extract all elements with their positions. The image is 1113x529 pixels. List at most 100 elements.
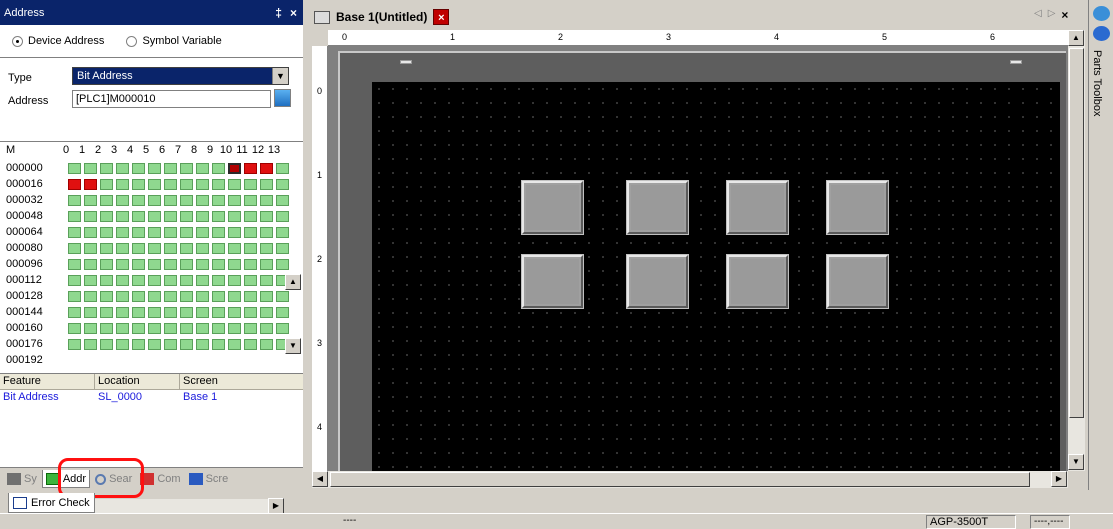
bit-cell[interactable]	[244, 226, 257, 238]
bit-cell[interactable]	[68, 178, 81, 190]
bit-cell[interactable]	[148, 274, 161, 286]
bit-cell[interactable]	[164, 306, 177, 318]
bit-cell[interactable]	[132, 242, 145, 254]
bit-cell[interactable]	[196, 210, 209, 222]
bit-cell[interactable]	[148, 178, 161, 190]
bit-cell[interactable]	[196, 242, 209, 254]
switch-part[interactable]	[726, 254, 789, 309]
bit-cell[interactable]	[212, 306, 225, 318]
bit-cell[interactable]	[276, 210, 289, 222]
close-editor-icon[interactable]: ×	[1061, 8, 1068, 22]
bit-cell[interactable]	[116, 290, 129, 302]
bit-cell[interactable]	[244, 162, 257, 174]
bit-cell[interactable]	[100, 210, 113, 222]
bit-cell[interactable]	[68, 210, 81, 222]
close-tab-icon[interactable]: ×	[433, 9, 450, 25]
bit-cell[interactable]	[260, 290, 273, 302]
bit-cell[interactable]	[196, 338, 209, 350]
tab-error-check[interactable]: Error Check	[8, 493, 95, 513]
bit-cell[interactable]	[100, 178, 113, 190]
bit-cell[interactable]	[100, 338, 113, 350]
bit-cell[interactable]	[132, 178, 145, 190]
bit-cell[interactable]	[228, 258, 241, 270]
parts-toolbox-tab[interactable]: Parts Toolbox	[1091, 50, 1103, 116]
radio-symbol-variable[interactable]: Symbol Variable	[126, 35, 222, 47]
bit-cell[interactable]	[68, 338, 81, 350]
bit-cell[interactable]	[180, 210, 193, 222]
bit-cell[interactable]	[116, 162, 129, 174]
bit-cell[interactable]	[244, 242, 257, 254]
bit-cell[interactable]	[148, 226, 161, 238]
editor-tab-base1[interactable]: Base 1(Untitled) ×	[310, 6, 453, 28]
bit-cell[interactable]	[132, 210, 145, 222]
bit-cell[interactable]	[132, 322, 145, 334]
bit-cell[interactable]	[100, 226, 113, 238]
bit-cell[interactable]	[228, 178, 241, 190]
bit-cell[interactable]	[116, 178, 129, 190]
resize-handle[interactable]	[1010, 60, 1022, 64]
bit-cell[interactable]	[100, 242, 113, 254]
scroll-down-icon[interactable]: ▼	[1068, 454, 1084, 470]
bit-cell[interactable]	[116, 338, 129, 350]
bit-cell[interactable]	[180, 290, 193, 302]
bit-cell[interactable]	[132, 274, 145, 286]
bit-cell[interactable]	[228, 306, 241, 318]
bit-cell[interactable]	[100, 274, 113, 286]
scroll-down-icon[interactable]: ▼	[285, 338, 301, 354]
pin-icon[interactable]: ‡	[275, 6, 282, 20]
bit-cell[interactable]	[244, 194, 257, 206]
scroll-up-icon[interactable]: ▲	[1068, 30, 1084, 46]
scroll-right-icon[interactable]: ▶	[1051, 471, 1067, 487]
bit-cell[interactable]	[196, 306, 209, 318]
bit-cell[interactable]	[116, 194, 129, 206]
bit-cell[interactable]	[84, 322, 97, 334]
bit-cell[interactable]	[180, 338, 193, 350]
resize-handle[interactable]	[400, 60, 412, 64]
bit-cell[interactable]	[260, 274, 273, 286]
bit-cell[interactable]	[244, 290, 257, 302]
bit-cell[interactable]	[148, 290, 161, 302]
bit-cell[interactable]	[132, 306, 145, 318]
bit-cell[interactable]	[132, 290, 145, 302]
switch-part[interactable]	[626, 180, 689, 235]
tab-address[interactable]: Addr	[41, 470, 91, 488]
bit-cell[interactable]	[260, 258, 273, 270]
address-input[interactable]: [PLC1]M000010	[72, 90, 271, 108]
bit-cell[interactable]	[84, 178, 97, 190]
bit-cell[interactable]	[100, 290, 113, 302]
scroll-left-icon[interactable]: ◀	[312, 471, 328, 487]
bit-cell[interactable]	[164, 338, 177, 350]
bit-cell[interactable]	[212, 210, 225, 222]
bit-cell[interactable]	[260, 178, 273, 190]
bit-cell[interactable]	[148, 162, 161, 174]
bit-cell[interactable]	[148, 242, 161, 254]
switch-part[interactable]	[826, 254, 889, 309]
bit-cell[interactable]	[244, 210, 257, 222]
switch-part[interactable]	[726, 180, 789, 235]
parts-icon[interactable]	[1093, 6, 1110, 21]
bit-cell[interactable]	[276, 258, 289, 270]
bit-cell[interactable]	[260, 226, 273, 238]
bit-cell[interactable]	[180, 322, 193, 334]
bit-cell[interactable]	[116, 258, 129, 270]
scroll-right-icon[interactable]: ▶	[268, 498, 284, 514]
bit-cell[interactable]	[84, 226, 97, 238]
bit-cell[interactable]	[212, 242, 225, 254]
col-screen[interactable]: Screen	[180, 374, 303, 389]
bit-cell[interactable]	[132, 226, 145, 238]
bit-cell[interactable]	[212, 226, 225, 238]
tab-common[interactable]: Com	[137, 470, 183, 488]
bit-cell[interactable]	[212, 290, 225, 302]
bit-cell[interactable]	[180, 162, 193, 174]
bit-cell[interactable]	[228, 210, 241, 222]
bit-cell[interactable]	[180, 306, 193, 318]
bit-cell[interactable]	[276, 194, 289, 206]
bit-cell[interactable]	[84, 210, 97, 222]
bit-cell[interactable]	[228, 162, 241, 174]
bit-cell[interactable]	[180, 226, 193, 238]
bit-cell[interactable]	[148, 322, 161, 334]
bit-cell[interactable]	[148, 338, 161, 350]
bit-cell[interactable]	[164, 242, 177, 254]
bit-cell[interactable]	[164, 210, 177, 222]
address-picker-icon[interactable]	[274, 89, 291, 107]
